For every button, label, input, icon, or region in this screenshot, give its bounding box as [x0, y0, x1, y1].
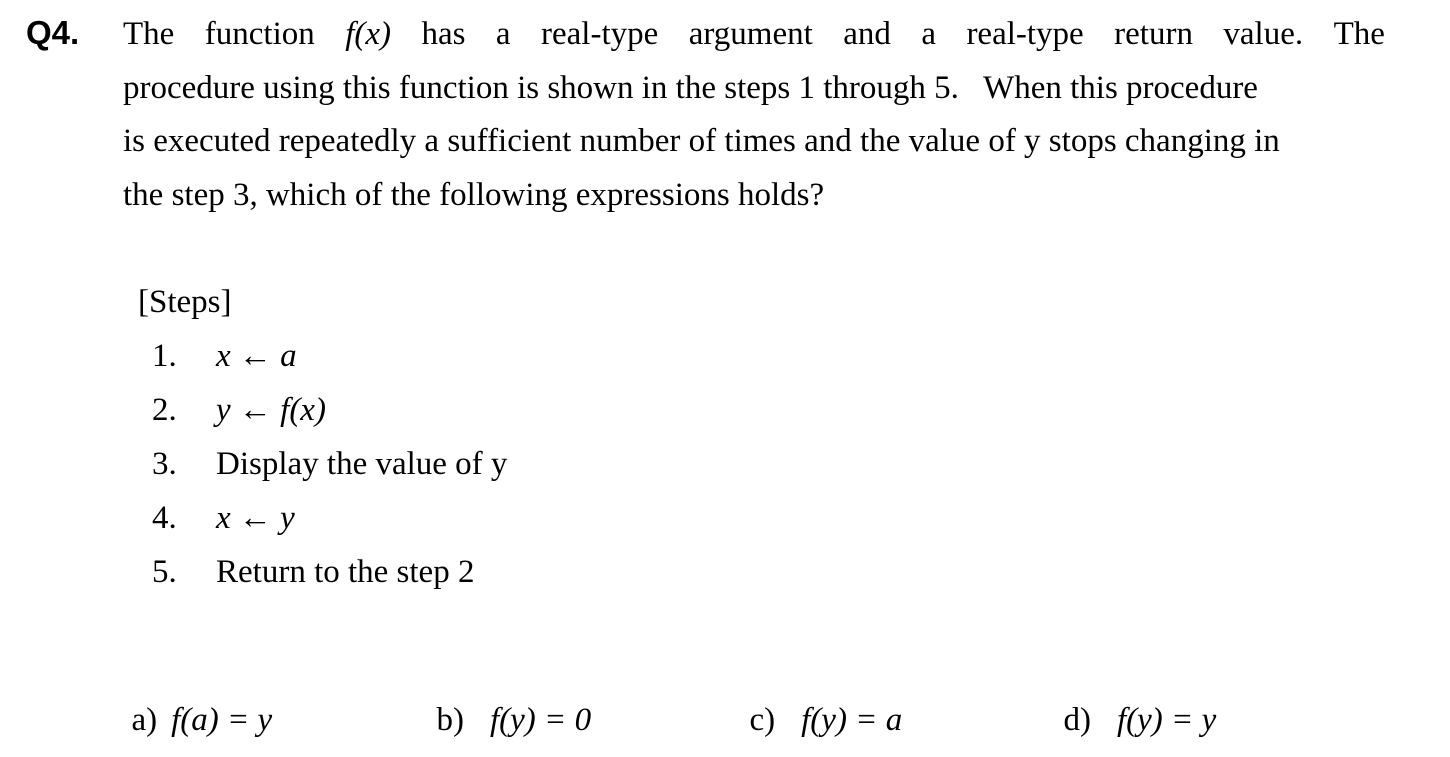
answer-option-a[interactable]: a) f(a) = y [115, 660, 273, 740]
step-item: 4. x ← y [152, 498, 507, 552]
step-item: 5. Return to the step 2 [152, 552, 507, 606]
question-word: real-type [541, 16, 659, 52]
question-word: value. [1223, 16, 1304, 52]
step-number: 4. [152, 500, 177, 536]
steps-heading: [Steps] [138, 284, 232, 320]
step-text: x ← y [216, 500, 295, 536]
question-word: argument [688, 16, 813, 52]
answer-expression: f(a) = y [171, 702, 273, 738]
question-word: function [204, 16, 315, 52]
question-word: real-type [966, 16, 1084, 52]
step-item: 3. Display the value of y [152, 444, 507, 498]
answer-expression: f(y) = y [1117, 702, 1217, 738]
question-text: The function f(x) has a real-type argume… [123, 8, 1385, 222]
question-number: Q4. [26, 14, 80, 51]
step-text: Return to the step 2 [216, 554, 475, 590]
question-word: a [921, 16, 936, 52]
step-number: 3. [152, 446, 177, 482]
step-number: 2. [152, 392, 177, 428]
question-line-4: the step 3, which of the following expre… [123, 176, 825, 213]
answer-expression: f(y) = 0 [490, 702, 592, 738]
question-word: return [1114, 16, 1193, 52]
steps-list: 1. x ← a 2. y ← f(x) 3. Display the valu… [152, 336, 507, 606]
answer-option-d[interactable]: d) f(y) = y [1047, 660, 1217, 740]
step-text: x ← a [216, 338, 297, 374]
question-word-function: f(x) [345, 16, 391, 52]
step-text: y ← f(x) [216, 392, 326, 428]
step-number: 5. [152, 554, 177, 590]
answer-option-c[interactable]: c) f(y) = a [733, 660, 903, 740]
answer-option-b[interactable]: b) f(y) = 0 [420, 660, 592, 740]
step-item: 2. y ← f(x) [152, 390, 507, 444]
answer-label: c) [749, 702, 776, 738]
answer-label: b) [436, 702, 465, 738]
question-word: The [1333, 16, 1385, 52]
answer-expression: f(y) = a [801, 702, 903, 738]
answer-label: a) [131, 702, 158, 738]
question-line-2: procedure using this function is shown i… [123, 69, 1258, 106]
question-word: The [123, 16, 175, 52]
step-item: 1. x ← a [152, 336, 507, 390]
answer-label: d) [1063, 702, 1092, 738]
question-word: and [843, 16, 891, 52]
question-word: has [421, 16, 466, 52]
question-word: a [495, 16, 511, 52]
step-text: Display the value of y [216, 446, 508, 482]
step-number: 1. [152, 338, 177, 374]
question-line-1: The function f(x) has a real-type argume… [123, 8, 1385, 62]
question-line-3: is executed repeatedly a sufficient numb… [123, 123, 1280, 159]
